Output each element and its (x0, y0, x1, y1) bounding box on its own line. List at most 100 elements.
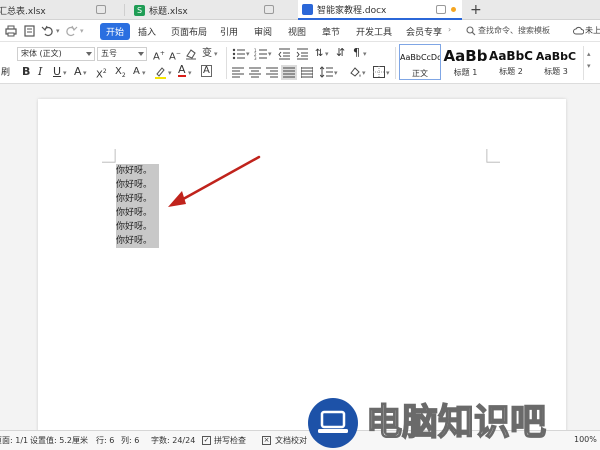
bullet-list-icon[interactable] (232, 48, 246, 60)
sort-icon[interactable]: ⇵ (336, 47, 345, 59)
menu-start[interactable]: 开始 (100, 23, 131, 40)
justify-icon[interactable] (281, 65, 297, 80)
chevron-down-icon[interactable]: ▾ (168, 67, 172, 79)
chevron-down-icon[interactable]: ▾ (334, 67, 338, 79)
cloud-icon (573, 26, 584, 35)
watermark-logo (308, 398, 358, 448)
shrink-font-icon[interactable]: A− (169, 48, 181, 63)
text-line[interactable]: 你好呀。 (116, 178, 159, 192)
redo-icon[interactable] (64, 24, 78, 38)
pin-icon[interactable] (96, 5, 106, 14)
clear-format-icon[interactable] (185, 48, 197, 60)
more-menu-chevron-icon[interactable]: › (448, 25, 451, 34)
char-border-icon[interactable]: A (133, 66, 140, 78)
chevron-down-icon[interactable]: ▾ (363, 48, 367, 60)
bold-icon[interactable]: B (22, 66, 30, 78)
tab-tutorial-docx[interactable]: 智能家教程.docx (298, 0, 462, 20)
decrease-indent-icon[interactable] (278, 48, 291, 60)
menu-references[interactable]: 引用 (220, 25, 238, 38)
highlight-icon[interactable] (154, 66, 167, 79)
status-page[interactable]: 页面: 1/1 (0, 435, 28, 446)
text-line[interactable]: 你好呀。 (116, 220, 159, 234)
chevron-down-icon[interactable]: ▾ (142, 67, 146, 79)
chevron-down-icon[interactable]: ▾ (362, 67, 366, 79)
numbered-list-icon[interactable]: 123 (254, 48, 268, 60)
grow-font-icon[interactable]: A+ (153, 48, 165, 63)
text-line[interactable]: 你好呀。 (116, 192, 159, 206)
font-color-icon[interactable]: A (178, 64, 186, 77)
document-icon (302, 3, 313, 15)
font-size-select[interactable]: 五号 (97, 47, 147, 61)
print-icon[interactable] (4, 24, 18, 38)
phonetic-guide-icon[interactable]: 变 (202, 48, 212, 60)
tab-title-xlsx[interactable]: S 标题.xlsx (134, 0, 294, 20)
undo-icon[interactable] (41, 24, 55, 38)
unsaved-dot-icon (451, 7, 456, 12)
new-tab-button[interactable]: + (470, 1, 482, 19)
menu-view[interactable]: 视图 (288, 25, 306, 38)
subscript-icon[interactable]: X2 (115, 66, 126, 82)
undo-dropdown-icon[interactable]: ▾ (56, 25, 60, 37)
chevron-up-icon[interactable]: ▴ (587, 48, 591, 60)
chevron-down-icon[interactable]: ▾ (188, 67, 192, 79)
menu-chapter[interactable]: 章节 (322, 25, 340, 38)
text-line[interactable]: 你好呀。 (116, 164, 159, 178)
pin-icon[interactable] (264, 5, 274, 14)
chevron-down-icon[interactable]: ▾ (214, 48, 218, 60)
chevron-down-icon[interactable]: ▾ (386, 67, 390, 79)
borders-icon[interactable] (373, 66, 385, 78)
increase-indent-icon[interactable] (296, 48, 309, 60)
chinese-layout-icon[interactable]: ⇅ (315, 48, 323, 60)
tab-summary-xlsx[interactable]: 汇总表.xlsx (0, 0, 118, 20)
menu-page-layout[interactable]: 页面布局 (171, 25, 207, 38)
style-heading-3[interactable]: AaBbC 标题 3 (534, 45, 578, 81)
command-search-input[interactable]: 查找命令、搜索模板 (478, 25, 550, 36)
chevron-down-icon[interactable]: ▾ (63, 67, 67, 79)
cloud-status[interactable]: 未上 (585, 25, 600, 36)
margin-corner-top-right (486, 149, 500, 163)
distributed-align-icon[interactable] (301, 67, 313, 78)
menu-insert[interactable]: 插入 (138, 25, 156, 38)
font-family-select[interactable]: 宋体 (正文) (17, 47, 95, 61)
status-word-count[interactable]: 字数: 24/24 (151, 435, 195, 446)
margin-corner-top-left (102, 149, 116, 163)
align-right-icon[interactable] (266, 67, 278, 78)
chevron-down-icon (138, 52, 144, 56)
chevron-down-icon[interactable]: ▾ (246, 48, 250, 60)
superscript-icon[interactable]: X2 (96, 66, 107, 81)
styles-scroll[interactable]: ▴ ▾ (583, 46, 597, 80)
chevron-down-icon[interactable]: ▾ (325, 48, 329, 60)
chevron-down-icon[interactable]: ▾ (268, 48, 272, 60)
style-heading-1[interactable]: AaBb 标题 1 (443, 45, 488, 81)
style-heading-2[interactable]: AaBbC 标题 2 (489, 45, 533, 81)
redo-dropdown-icon[interactable]: ▾ (80, 25, 84, 37)
underline-icon[interactable]: U (53, 66, 61, 78)
preview-icon[interactable] (23, 24, 37, 38)
text-effect-icon[interactable]: A (74, 66, 82, 78)
tab-label: 智能家教程.docx (317, 5, 387, 16)
align-left-icon[interactable] (232, 67, 244, 78)
line-spacing-icon[interactable] (320, 66, 333, 78)
svg-text:3: 3 (254, 56, 257, 60)
proofread-icon: × (262, 436, 271, 445)
char-shading-icon[interactable]: A (201, 65, 212, 77)
chevron-down-icon[interactable]: ▾ (587, 60, 591, 72)
menu-member[interactable]: 会员专享 (406, 25, 442, 38)
status-proofread[interactable]: 文档校对 (275, 435, 307, 446)
pin-icon[interactable] (436, 5, 446, 14)
italic-icon[interactable]: I (38, 66, 42, 78)
menu-review[interactable]: 审阅 (254, 25, 272, 38)
align-center-icon[interactable] (249, 67, 261, 78)
document-page[interactable]: 你好呀。 你好呀。 你好呀。 你好呀。 你好呀。 你好呀。 (38, 99, 566, 434)
shading-icon[interactable] (349, 66, 362, 78)
status-spellcheck[interactable]: 拼写检查 (214, 435, 246, 446)
format-painter-label[interactable]: 刷 (1, 67, 10, 79)
status-position[interactable]: 设置值: 5.2厘米 (30, 435, 88, 446)
chevron-down-icon[interactable]: ▾ (83, 67, 87, 79)
text-line[interactable]: 你好呀。 (116, 206, 159, 220)
text-line[interactable]: 你好呀。 (116, 234, 159, 248)
style-sample: AaBbC (535, 50, 577, 63)
menu-developer[interactable]: 开发工具 (356, 25, 392, 38)
show-marks-icon[interactable]: ¶ (353, 47, 360, 59)
chevron-down-icon (86, 52, 92, 56)
